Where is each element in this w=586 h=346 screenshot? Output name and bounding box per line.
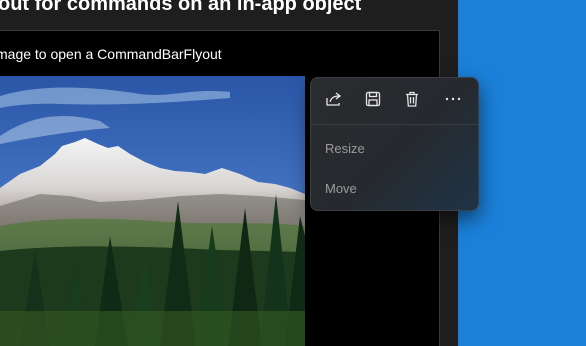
primary-command-bar [311,78,478,125]
menu-item-resize[interactable]: Resize [325,141,365,156]
instruction-text: mage to open a CommandBarFlyout [0,46,222,62]
save-button[interactable] [356,86,390,116]
more-icon [444,90,462,113]
share-button[interactable] [317,86,351,116]
mountain-photo[interactable] [0,76,305,346]
save-icon [364,90,382,113]
menu-item-move[interactable]: Move [325,181,357,196]
delete-icon [403,90,421,113]
share-icon [325,90,343,113]
page-title: out for commands on an in-app object [0,0,362,15]
delete-button[interactable] [395,86,429,116]
command-bar-flyout: Resize Move [310,77,479,211]
more-button[interactable] [436,86,470,116]
